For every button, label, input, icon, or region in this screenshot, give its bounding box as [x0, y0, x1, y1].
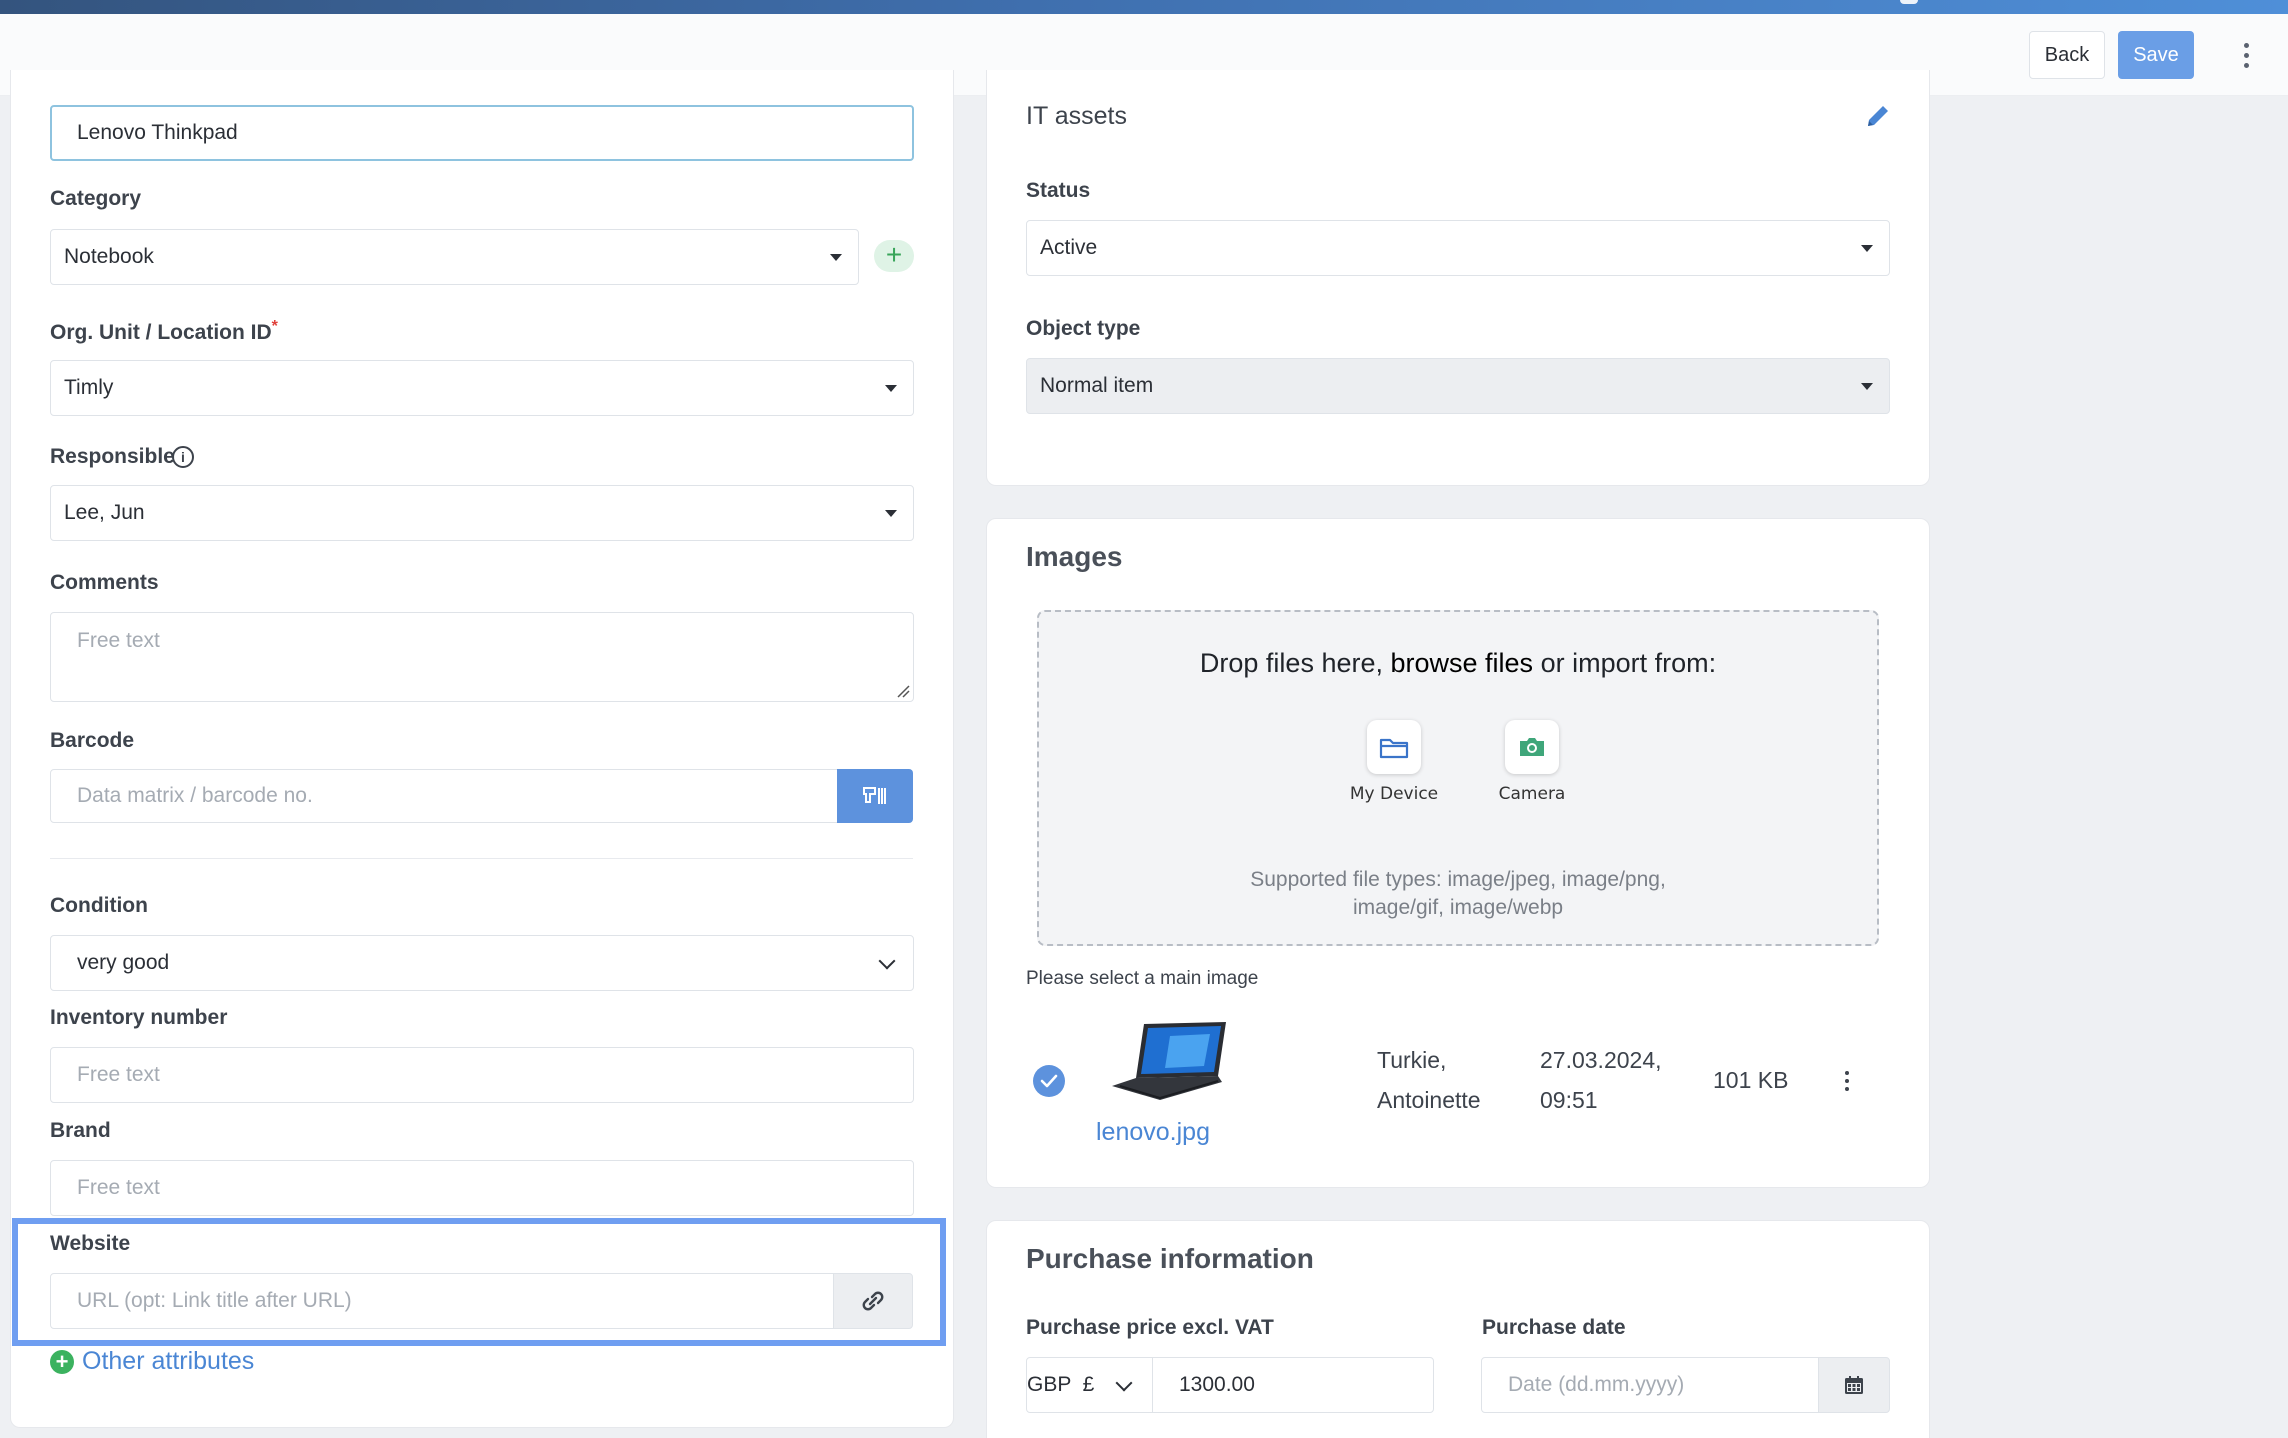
top-bar-indicator [1900, 0, 1918, 4]
image-upload-date: 27.03.2024, 09:51 [1540, 1047, 1662, 1113]
purchase-price-input[interactable]: 1300.00 [1152, 1357, 1434, 1413]
status-value: Active [1040, 236, 1098, 259]
laptop-thumbnail[interactable] [1110, 1020, 1228, 1102]
section-divider [50, 858, 913, 859]
brand-label: Brand [50, 1119, 111, 1142]
currency-value: GBP £ [1027, 1373, 1095, 1396]
barcode-scan-button[interactable] [837, 769, 913, 823]
date-picker-button[interactable] [1818, 1357, 1890, 1413]
insert-link-button[interactable] [833, 1273, 913, 1329]
condition-value: very good [77, 951, 170, 974]
asset-type-title: IT assets [1026, 102, 1127, 130]
image-uploader: Turkie, Antoinette [1377, 1047, 1481, 1113]
image-dropzone[interactable]: Drop files here, browse files or import … [1037, 610, 1879, 946]
category-select[interactable]: Notebook [50, 229, 859, 285]
source-my-device[interactable]: My Device [1339, 720, 1449, 804]
comments-textarea[interactable]: Free text [50, 612, 914, 702]
link-icon [862, 1291, 884, 1311]
barcode-label: Barcode [50, 729, 135, 752]
edit-pencil-icon[interactable] [1864, 102, 1892, 130]
more-options-icon[interactable] [2234, 36, 2258, 74]
resize-handle-icon[interactable] [896, 684, 910, 698]
caret-down-icon [1861, 383, 1873, 390]
barcode-scan-icon [863, 787, 886, 804]
comments-label: Comments [50, 571, 159, 594]
caret-down-icon [885, 385, 897, 392]
website-label: Website [50, 1232, 131, 1255]
comments-placeholder: Free text [77, 629, 160, 652]
org-unit-label: Org. Unit / Location ID* [50, 318, 278, 344]
add-circle-icon: + [50, 1349, 74, 1374]
folder-icon [1367, 720, 1421, 774]
website-input[interactable]: URL (opt: Link title after URL) [50, 1273, 834, 1329]
calendar-icon [1845, 1376, 1863, 1394]
source-label: Camera [1498, 784, 1566, 804]
main-image-hint: Please select a main image [1026, 968, 1259, 989]
status-label: Status [1026, 179, 1091, 202]
chevron-down-icon [1115, 1374, 1133, 1392]
back-button[interactable]: Back [2029, 31, 2105, 79]
image-file-link[interactable]: lenovo.jpg [1096, 1118, 1210, 1147]
barcode-input[interactable]: Data matrix / barcode no. [50, 769, 838, 823]
purchase-price-label: Purchase price excl. VAT [1026, 1316, 1274, 1339]
add-category-button[interactable]: + [874, 240, 914, 272]
info-icon[interactable]: i [172, 446, 194, 468]
org-unit-select[interactable]: Timly [50, 360, 914, 416]
caret-down-icon [885, 510, 897, 517]
top-accent-bar [0, 0, 2288, 14]
inventory-number-label: Inventory number [50, 1006, 228, 1029]
chevron-down-icon [878, 952, 896, 970]
status-select[interactable]: Active [1026, 220, 1890, 276]
purchase-date-input[interactable]: Date (dd.mm.yyyy) [1481, 1357, 1819, 1413]
camera-icon [1505, 720, 1559, 774]
images-title: Images [1026, 541, 1123, 572]
condition-label: Condition [50, 894, 148, 917]
asset-type-card [986, 70, 1930, 486]
main-image-check-icon[interactable] [1033, 1065, 1065, 1097]
org-unit-value: Timly [64, 376, 114, 399]
save-button[interactable]: Save [2118, 31, 2194, 79]
other-attributes-label: Other attributes [82, 1347, 255, 1375]
responsible-label: Responsible [50, 445, 175, 468]
source-camera[interactable]: Camera [1477, 720, 1587, 804]
dropzone-title: Drop files here, browse files or import … [1199, 648, 1717, 678]
caret-down-icon [830, 254, 842, 261]
currency-select[interactable]: GBP £ [1026, 1357, 1153, 1413]
responsible-value: Lee, Jun [64, 501, 145, 524]
required-asterisk: * [271, 318, 278, 335]
object-type-value: Normal item [1040, 374, 1154, 397]
purchase-title: Purchase information [1026, 1243, 1314, 1274]
other-attributes-link[interactable]: + Other attributes [50, 1347, 254, 1376]
brand-input[interactable]: Free text [50, 1160, 914, 1216]
category-label: Category [50, 187, 142, 210]
inventory-number-input[interactable]: Free text [50, 1047, 914, 1103]
responsible-select[interactable]: Lee, Jun [50, 485, 914, 541]
purchase-date-label: Purchase date [1482, 1316, 1626, 1339]
category-value: Notebook [64, 245, 154, 268]
image-file-size: 101 KB [1713, 1067, 1789, 1093]
image-options-icon[interactable] [1840, 1066, 1854, 1096]
name-input[interactable]: Lenovo Thinkpad [50, 105, 914, 161]
source-label: My Device [1349, 784, 1439, 804]
object-type-select[interactable]: Normal item [1026, 358, 1890, 414]
condition-select[interactable]: very good [50, 935, 914, 991]
object-type-label: Object type [1026, 317, 1141, 340]
browse-files-link[interactable]: browse files [1391, 648, 1534, 678]
supported-types-text: Supported file types: image/jpeg, image/… [1250, 868, 1666, 919]
caret-down-icon [1861, 245, 1873, 252]
